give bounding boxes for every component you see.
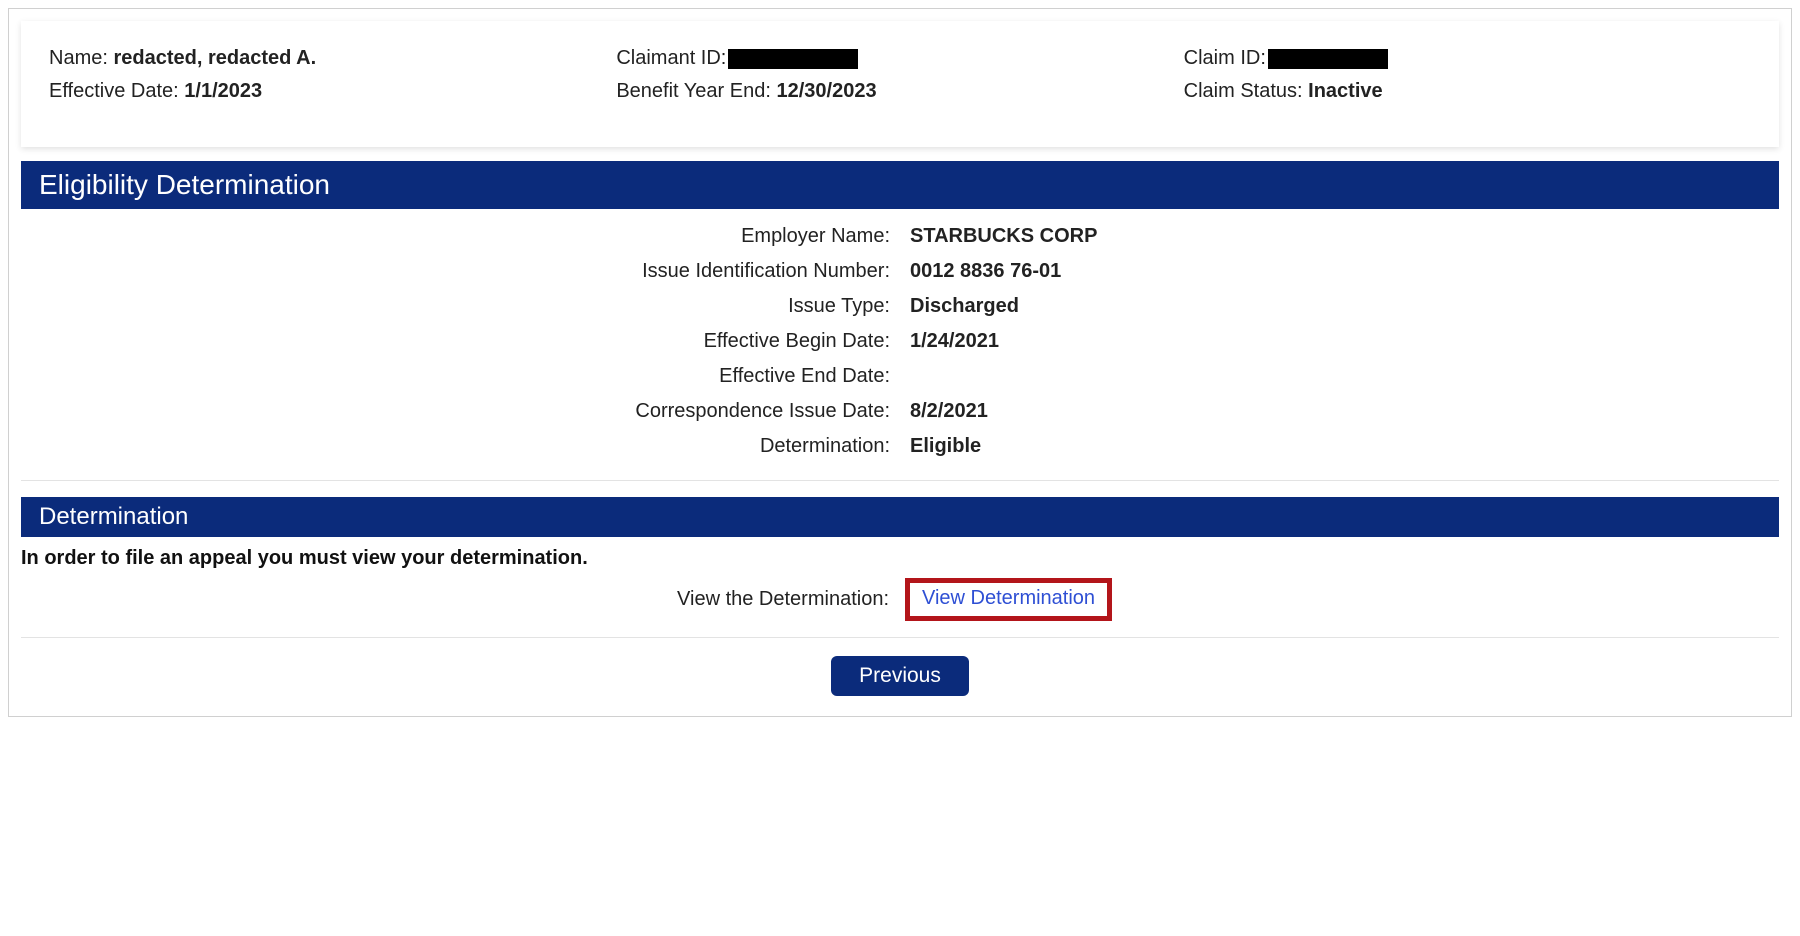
employer-name-label: Employer Name: xyxy=(21,219,900,254)
issue-id-label: Issue Identification Number: xyxy=(21,254,900,289)
claim-summary-col-3: Claim ID: Claim Status: Inactive xyxy=(1184,47,1751,113)
claimant-id-label: Claimant ID: xyxy=(616,47,726,69)
eligibility-section-header: Eligibility Determination xyxy=(21,161,1779,209)
table-row: Effective Begin Date: 1/24/2021 xyxy=(21,324,1779,359)
appeal-notice-text: In order to file an appeal you must view… xyxy=(21,547,1779,570)
issue-type-label: Issue Type: xyxy=(21,289,900,324)
view-determination-link[interactable]: View Determination xyxy=(922,587,1095,609)
claim-id-label: Claim ID: xyxy=(1184,47,1266,69)
divider xyxy=(21,480,1779,481)
previous-button[interactable]: Previous xyxy=(831,656,969,696)
eligibility-details-table: Employer Name: STARBUCKS CORP Issue Iden… xyxy=(21,219,1779,464)
corr-issue-value: 8/2/2021 xyxy=(900,394,1779,429)
eff-begin-label: Effective Begin Date: xyxy=(21,324,900,359)
benefit-year-end-label: Benefit Year End: xyxy=(616,80,776,102)
corr-issue-label: Correspondence Issue Date: xyxy=(21,394,900,429)
name-value: redacted, redacted A. xyxy=(113,47,316,69)
table-row: Employer Name: STARBUCKS CORP xyxy=(21,219,1779,254)
table-row: Effective End Date: xyxy=(21,359,1779,394)
benefit-year-end-value: 12/30/2023 xyxy=(776,80,876,102)
issue-id-value: 0012 8836 76-01 xyxy=(900,254,1779,289)
divider xyxy=(21,637,1779,638)
name-label: Name: xyxy=(49,47,113,69)
claimant-id-redacted xyxy=(728,49,858,69)
claim-status-label: Claim Status: xyxy=(1184,80,1308,102)
determination-label: Determination: xyxy=(21,429,900,464)
table-row: Issue Identification Number: 0012 8836 7… xyxy=(21,254,1779,289)
eff-end-label: Effective End Date: xyxy=(21,359,900,394)
view-determination-row: View the Determination: View Determinati… xyxy=(21,576,1779,623)
claim-summary-card: Name: redacted, redacted A. Effective Da… xyxy=(21,21,1779,147)
employer-name-value: STARBUCKS CORP xyxy=(900,219,1779,254)
issue-type-value: Discharged xyxy=(900,289,1779,324)
page-frame: Name: redacted, redacted A. Effective Da… xyxy=(8,8,1792,717)
claim-id-redacted xyxy=(1268,49,1388,69)
claim-summary-col-2: Claimant ID: Benefit Year End: 12/30/202… xyxy=(616,47,1183,113)
table-row: Issue Type: Discharged xyxy=(21,289,1779,324)
eff-end-value xyxy=(900,359,1779,394)
effective-date-value: 1/1/2023 xyxy=(184,80,262,102)
determination-section-header: Determination xyxy=(21,497,1779,537)
view-determination-highlight-box: View Determination xyxy=(905,578,1112,621)
button-row: Previous xyxy=(21,656,1779,696)
effective-date-label: Effective Date: xyxy=(49,80,184,102)
claim-status-value: Inactive xyxy=(1308,80,1382,102)
table-row: Determination: Eligible xyxy=(21,429,1779,464)
determination-value: Eligible xyxy=(900,429,1779,464)
table-row: Correspondence Issue Date: 8/2/2021 xyxy=(21,394,1779,429)
claim-summary-col-1: Name: redacted, redacted A. Effective Da… xyxy=(49,47,616,113)
view-determination-label: View the Determination: xyxy=(23,578,899,621)
eff-begin-value: 1/24/2021 xyxy=(900,324,1779,359)
